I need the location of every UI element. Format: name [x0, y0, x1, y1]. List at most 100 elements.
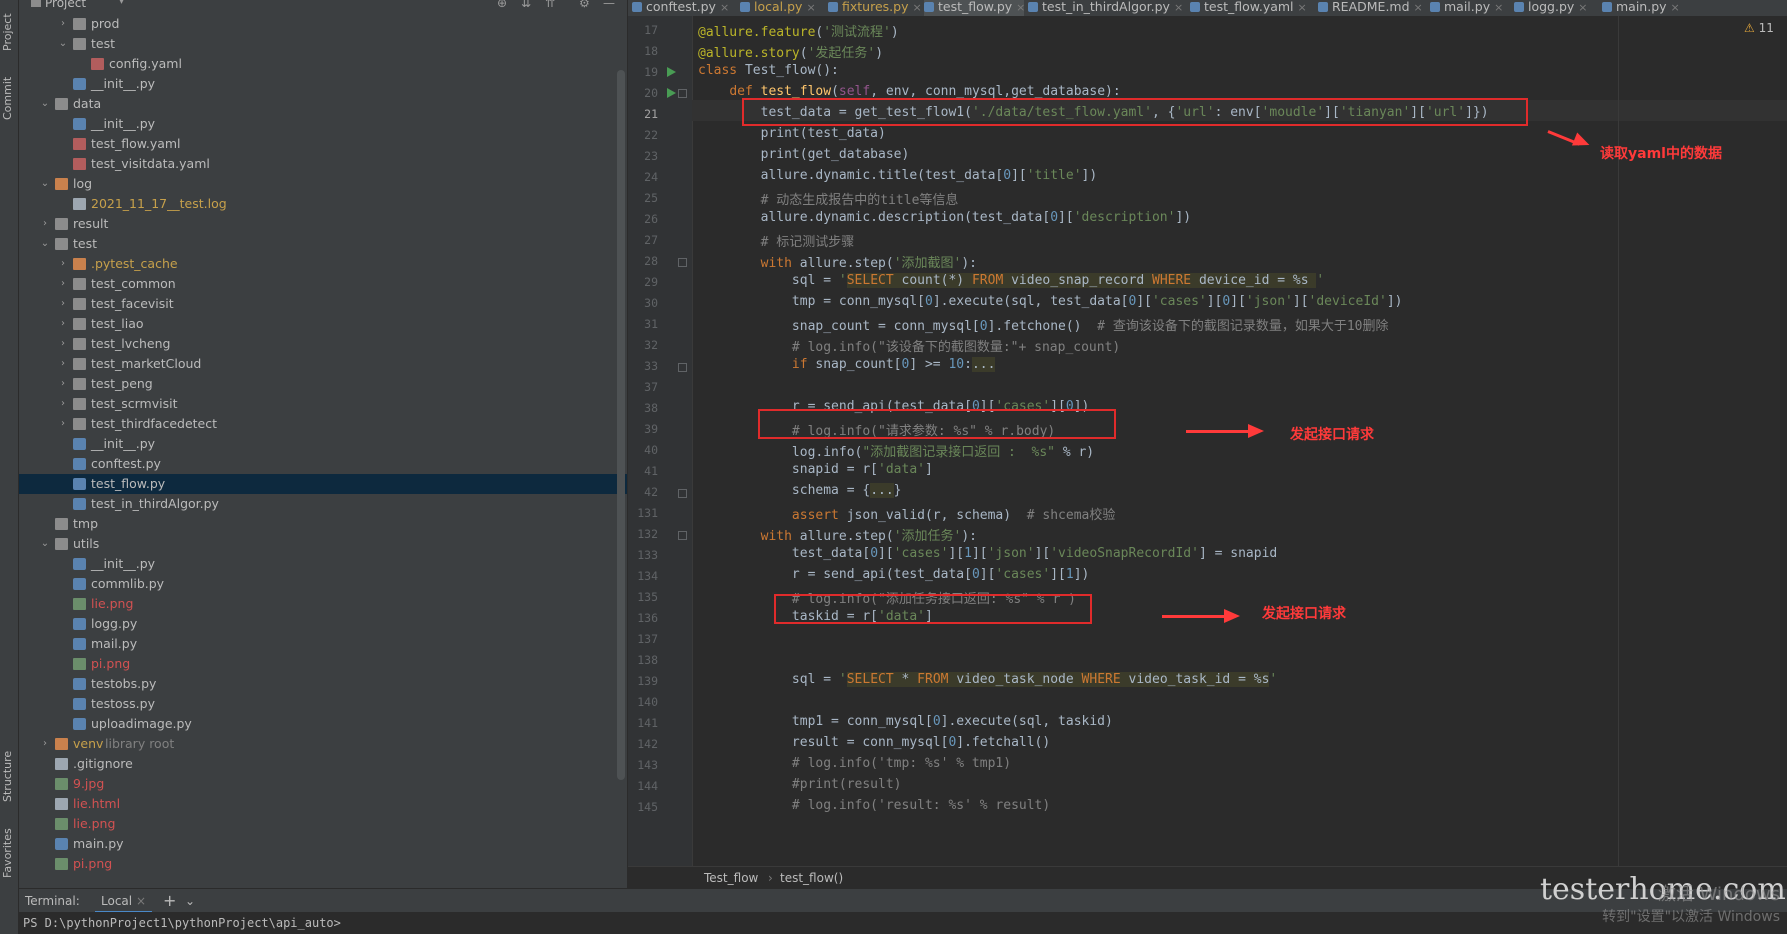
close-icon[interactable]: ×: [1016, 1, 1025, 14]
tree-item[interactable]: tmp: [19, 514, 627, 534]
chevron-down-icon[interactable]: ⌄: [185, 889, 195, 913]
run-icon[interactable]: [667, 88, 676, 98]
tree-item[interactable]: › test_facevisit: [19, 294, 627, 314]
tree-item[interactable]: › test_scrmvisit: [19, 394, 627, 414]
tree-item[interactable]: .gitignore: [19, 754, 627, 774]
tree-item[interactable]: lie.html: [19, 794, 627, 814]
collapse-all-icon[interactable]: ⇈: [545, 0, 555, 10]
terminal-tab-local[interactable]: Local ×: [95, 889, 152, 913]
expand-all-icon[interactable]: ⇊: [521, 0, 531, 10]
close-icon[interactable]: ×: [1578, 1, 1587, 14]
locate-icon[interactable]: ⊕: [497, 0, 507, 10]
editor-tab[interactable]: test_flow.yaml ×: [1190, 0, 1314, 16]
tree-item[interactable]: › test_lvcheng: [19, 334, 627, 354]
tree-item[interactable]: › prod: [19, 14, 627, 34]
editor-tab[interactable]: test_in_thirdAlgor.py ×: [1028, 0, 1186, 16]
tree-item[interactable]: pi.png: [19, 654, 627, 674]
close-icon[interactable]: ×: [806, 1, 815, 14]
tree-item[interactable]: ⌄ test: [19, 234, 627, 254]
tree-item[interactable]: uploadimage.py: [19, 714, 627, 734]
fold-icon[interactable]: [678, 531, 687, 540]
close-icon[interactable]: ×: [1298, 1, 1307, 14]
tree-item[interactable]: config.yaml: [19, 54, 627, 74]
minimize-icon[interactable]: —: [603, 0, 615, 10]
tree-item[interactable]: › test_peng: [19, 374, 627, 394]
add-terminal-icon[interactable]: +: [163, 889, 176, 913]
tree-item[interactable]: __init__.py: [19, 74, 627, 94]
chevron-down-icon[interactable]: ⌄: [57, 34, 69, 54]
chevron-down-icon[interactable]: ⌄: [39, 234, 51, 254]
tree-item[interactable]: test_flow.py: [19, 474, 627, 494]
close-icon[interactable]: ×: [1414, 1, 1423, 14]
tree-item[interactable]: pi.png: [19, 854, 627, 874]
chevron-right-icon[interactable]: ›: [57, 254, 69, 274]
chevron-down-icon[interactable]: ⌄: [39, 534, 51, 554]
editor-tab[interactable]: conftest.py ×: [632, 0, 736, 16]
tree-item[interactable]: ⌄ log: [19, 174, 627, 194]
tree-item[interactable]: › test_liao: [19, 314, 627, 334]
project-panel-title[interactable]: Project: [45, 0, 86, 10]
tree-item[interactable]: ⌄ test: [19, 34, 627, 54]
tree-item[interactable]: __init__.py: [19, 114, 627, 134]
editor-tab[interactable]: main.py ×: [1602, 0, 1680, 16]
editor-tab[interactable]: local.py ×: [740, 0, 824, 16]
structure-tool-tab[interactable]: Structure: [1, 740, 17, 812]
tree-item[interactable]: › test_common: [19, 274, 627, 294]
editor-tab[interactable]: README.md ×: [1318, 0, 1426, 16]
close-icon[interactable]: ×: [1174, 1, 1183, 14]
tree-item[interactable]: test_flow.yaml: [19, 134, 627, 154]
chevron-right-icon[interactable]: ›: [57, 294, 69, 314]
favorites-tool-tab[interactable]: Favorites: [1, 820, 17, 886]
tree-item[interactable]: logg.py: [19, 614, 627, 634]
close-icon[interactable]: ×: [136, 894, 146, 908]
inspection-warnings[interactable]: ⚠ 11: [1744, 21, 1774, 35]
tree-item[interactable]: 9.jpg: [19, 774, 627, 794]
chevron-right-icon[interactable]: ›: [57, 314, 69, 334]
run-icon[interactable]: [667, 67, 676, 77]
editor-tab[interactable]: mail.py ×: [1430, 0, 1510, 16]
tree-item[interactable]: testobs.py: [19, 674, 627, 694]
tree-item[interactable]: › .pytest_cache: [19, 254, 627, 274]
editor-tab[interactable]: fixtures.py ×: [828, 0, 922, 16]
chevron-right-icon[interactable]: ›: [39, 214, 51, 234]
tree-item[interactable]: main.py: [19, 834, 627, 854]
tree-item[interactable]: lie.png: [19, 594, 627, 614]
tree-item[interactable]: commlib.py: [19, 574, 627, 594]
tree-item[interactable]: › test_marketCloud: [19, 354, 627, 374]
tree-item[interactable]: › test_thirdfacedetect: [19, 414, 627, 434]
project-tool-tab[interactable]: Project: [1, 4, 17, 60]
tree-item[interactable]: mail.py: [19, 634, 627, 654]
close-icon[interactable]: ×: [720, 1, 729, 14]
chevron-down-icon[interactable]: ⌄: [39, 94, 51, 114]
close-icon[interactable]: ×: [912, 1, 921, 14]
chevron-right-icon[interactable]: ›: [57, 274, 69, 294]
fold-icon[interactable]: [678, 89, 687, 98]
editor-tab[interactable]: logg.py ×: [1514, 0, 1598, 16]
tree-item[interactable]: __init__.py: [19, 554, 627, 574]
close-icon[interactable]: ×: [1494, 1, 1503, 14]
fold-icon[interactable]: [678, 489, 687, 498]
breadcrumb-method[interactable]: test_flow(): [780, 867, 843, 889]
tree-item[interactable]: › result: [19, 214, 627, 234]
tree-item[interactable]: __init__.py: [19, 434, 627, 454]
tree-item[interactable]: › venv library root: [19, 734, 627, 754]
tree-item[interactable]: 2021_11_17__test.log: [19, 194, 627, 214]
tree-scrollbar[interactable]: [617, 70, 625, 780]
terminal-output[interactable]: PS D:\pythonProject1\pythonProject\api_a…: [19, 912, 1787, 934]
chevron-right-icon[interactable]: ›: [57, 14, 69, 34]
fold-icon[interactable]: [678, 363, 687, 372]
chevron-right-icon[interactable]: ›: [57, 414, 69, 434]
close-icon[interactable]: ×: [1671, 1, 1680, 14]
fold-icon[interactable]: [678, 258, 687, 267]
chevron-down-icon[interactable]: ▾: [119, 0, 124, 7]
tree-item[interactable]: lie.png: [19, 814, 627, 834]
tree-item[interactable]: ⌄ data: [19, 94, 627, 114]
commit-tool-tab[interactable]: Commit: [1, 70, 17, 126]
tree-item[interactable]: conftest.py: [19, 454, 627, 474]
chevron-right-icon[interactable]: ›: [57, 374, 69, 394]
tree-item[interactable]: testoss.py: [19, 694, 627, 714]
tree-item[interactable]: ⌄ utils: [19, 534, 627, 554]
tree-item[interactable]: test_visitdata.yaml: [19, 154, 627, 174]
chevron-right-icon[interactable]: ›: [57, 334, 69, 354]
chevron-right-icon[interactable]: ›: [39, 734, 51, 754]
